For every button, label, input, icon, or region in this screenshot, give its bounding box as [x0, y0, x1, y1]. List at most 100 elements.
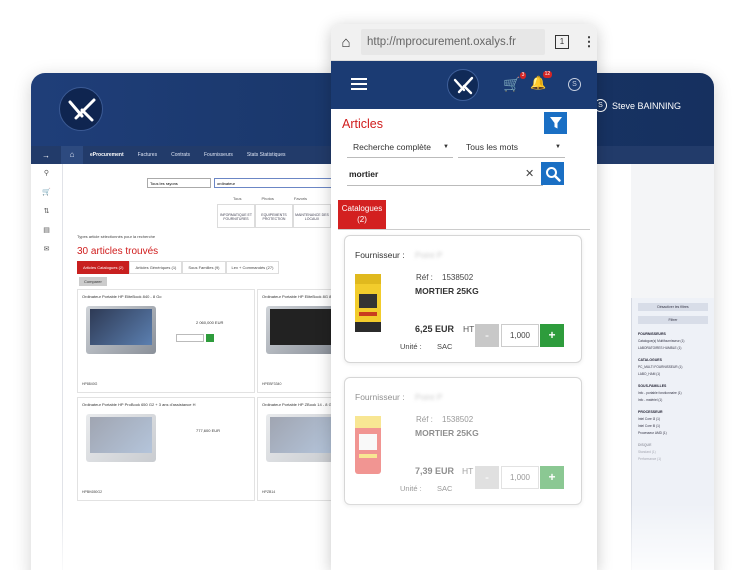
supplier-name: Point P: [415, 250, 443, 260]
filter-section-title: PROCESSEUR: [638, 410, 663, 414]
app-content: Articles Recherche complète ▼ Tous les m…: [331, 109, 597, 570]
caret-down-icon: ▼: [443, 144, 449, 150]
filter-option[interactable]: Catalogue(s) Multifournisseur (1): [638, 339, 708, 343]
product-card[interactable]: Fournisseur : Point P Réf : 1538502 MORT…: [344, 377, 582, 505]
category-tile[interactable]: EQUIPEMENTS PROTECTION: [255, 204, 293, 228]
search-mode-select[interactable]: Recherche complète ▼: [347, 139, 453, 158]
quantity-input[interactable]: 1,000: [501, 324, 539, 347]
add-to-cart-button[interactable]: +: [540, 324, 564, 347]
filter-option[interactable]: Performance (1): [638, 457, 708, 461]
add-to-cart-button[interactable]: [206, 334, 214, 342]
clear-icon[interactable]: ✕: [525, 167, 534, 180]
nav-eprocurement[interactable]: eProcurement: [83, 152, 131, 158]
price-suffix: HT: [463, 324, 475, 334]
filter-section-title: SOUS-FAMILLES: [638, 384, 667, 388]
address-bar[interactable]: http://mprocurement.oxalys.fr: [361, 29, 545, 55]
filter-option[interactable]: LABO_HAM (1): [638, 372, 708, 376]
subtab-generic[interactable]: Articles Génériques (1): [129, 261, 183, 274]
supplier-label: Fournisseur :: [355, 250, 405, 260]
filter-option[interactable]: Info - matériel (1): [638, 398, 708, 402]
tab-underline: [338, 229, 590, 230]
supplier-label: Fournisseur :: [355, 392, 405, 402]
caret-down-icon: ▼: [555, 144, 561, 150]
price-suffix: HT: [462, 466, 474, 476]
desktop-product-card[interactable]: Ordinateur Portable HP ProBook 650 G2 + …: [77, 397, 255, 501]
product-price: 777,600 EUR: [196, 428, 221, 433]
desktop-result-tabs: Articles Catalogues (2) Articles Génériq…: [77, 261, 280, 274]
oxalys-logo[interactable]: [447, 69, 479, 101]
filter-option[interactable]: Processeur AMD (1): [638, 431, 708, 435]
ref-label: Réf :: [416, 273, 433, 282]
user-name: Steve BAINNING: [612, 100, 682, 111]
laptop-image: [266, 414, 336, 462]
user-menu[interactable]: S Steve BAINNING: [594, 99, 681, 112]
cart-icon[interactable]: 🛒: [31, 183, 62, 202]
subtab-ordered[interactable]: Lex + Commandés (27): [225, 261, 280, 274]
home-icon[interactable]: ⌂: [331, 34, 361, 51]
add-to-cart-button[interactable]: +: [540, 466, 564, 489]
category-tile[interactable]: MAINTENANCE DES LOCAUX: [293, 204, 331, 228]
filter-option[interactable]: Info - portable fonctionnaire (1): [638, 391, 708, 395]
subtab-catalog[interactable]: Articles Catalogues (2): [77, 261, 130, 274]
content-fade: [331, 489, 597, 570]
cart-badge: 3: [519, 72, 527, 79]
decrease-qty-button[interactable]: -: [475, 324, 499, 347]
laptop-image: [86, 306, 156, 354]
quantity-input[interactable]: [176, 334, 204, 342]
nav-contrats[interactable]: Contrats: [164, 152, 197, 158]
category-tile[interactable]: INFORMATIQUE ET FOURNITURES: [217, 204, 255, 228]
product-card[interactable]: Fournisseur : Point P Réf : 1538502 MORT…: [344, 235, 582, 363]
nav-stats[interactable]: Stats Statistiques: [240, 152, 293, 158]
filter-funnel-icon[interactable]: [544, 112, 567, 134]
word-mode-select[interactable]: Tous les mots ▼: [458, 139, 565, 158]
desktop-view-tabs: Tous Photos Favoris: [223, 196, 317, 201]
mortar-bag-image: [353, 272, 383, 334]
inbox-icon[interactable]: ✉: [31, 240, 62, 259]
filter-section-title: DISQUE: [638, 443, 652, 447]
arrow-right-icon[interactable]: →: [31, 151, 61, 160]
search-input[interactable]: mortier: [347, 164, 543, 186]
laptop-image: [86, 414, 156, 462]
compare-button[interactable]: Comparer: [79, 277, 107, 286]
search-icon[interactable]: ⚲: [31, 164, 62, 183]
product-ref: HPEBF3340: [262, 382, 282, 386]
cart-icon[interactable]: 🛒 3: [503, 72, 527, 93]
tab-switcher-icon[interactable]: 1: [555, 35, 569, 49]
tab-favorites[interactable]: Favoris: [284, 196, 317, 201]
tab-catalogues-count: (2): [357, 215, 367, 224]
home-icon[interactable]: ⌂: [61, 146, 83, 164]
filter-section-title: FOURNISSEURS: [638, 332, 666, 336]
oxalys-logo[interactable]: [59, 87, 103, 131]
filter-option[interactable]: Standard (1): [638, 450, 708, 454]
document-icon[interactable]: ▤: [31, 221, 62, 240]
more-menu-icon[interactable]: ⋮: [581, 34, 597, 50]
scope-select[interactable]: Tous les rayons: [147, 178, 211, 188]
quantity-input[interactable]: 1,000: [501, 466, 539, 489]
nav-fournisseurs[interactable]: Fournisseurs: [197, 152, 240, 158]
ref-value: 1538502: [442, 415, 474, 424]
orders-icon[interactable]: ⇅: [31, 202, 62, 221]
laptop-image: [266, 306, 336, 354]
search-mode-value: Recherche complète: [353, 142, 431, 152]
desktop-product-card[interactable]: Ordinateur Portable HP EliteBook 840 - 8…: [77, 289, 255, 393]
filter-option[interactable]: PC_MULTI FOURNISSEUR (1): [638, 365, 708, 369]
search-button[interactable]: [541, 162, 564, 185]
filter-option[interactable]: Intel Core i5 (1): [638, 424, 708, 428]
apply-filter-button[interactable]: Filtrer: [638, 316, 708, 324]
subtab-subfamilies[interactable]: Sous Familles (9): [182, 261, 226, 274]
tab-photos[interactable]: Photos: [251, 196, 283, 201]
tab-catalogues[interactable]: Catalogues (2): [338, 200, 386, 229]
supplier-name: Point P: [415, 392, 443, 402]
unit-label: Unité :: [400, 342, 422, 351]
filter-option[interactable]: Intel Core i3 (1): [638, 417, 708, 421]
nav-factures[interactable]: Factures: [131, 152, 164, 158]
deactivate-filters-button[interactable]: Désactiver les filtres: [638, 303, 708, 311]
tab-all[interactable]: Tous: [223, 196, 251, 201]
user-icon[interactable]: S: [568, 78, 581, 91]
type-check-label[interactable]: Types article sélectionnés pour la reche…: [77, 234, 155, 239]
bell-icon[interactable]: 🔔 12: [530, 71, 553, 91]
filter-option[interactable]: LABORATOIRES HUMBLE (1): [638, 346, 708, 350]
hamburger-menu-icon[interactable]: [351, 78, 367, 90]
decrease-qty-button[interactable]: -: [475, 466, 499, 489]
notification-badge: 12: [542, 71, 553, 78]
